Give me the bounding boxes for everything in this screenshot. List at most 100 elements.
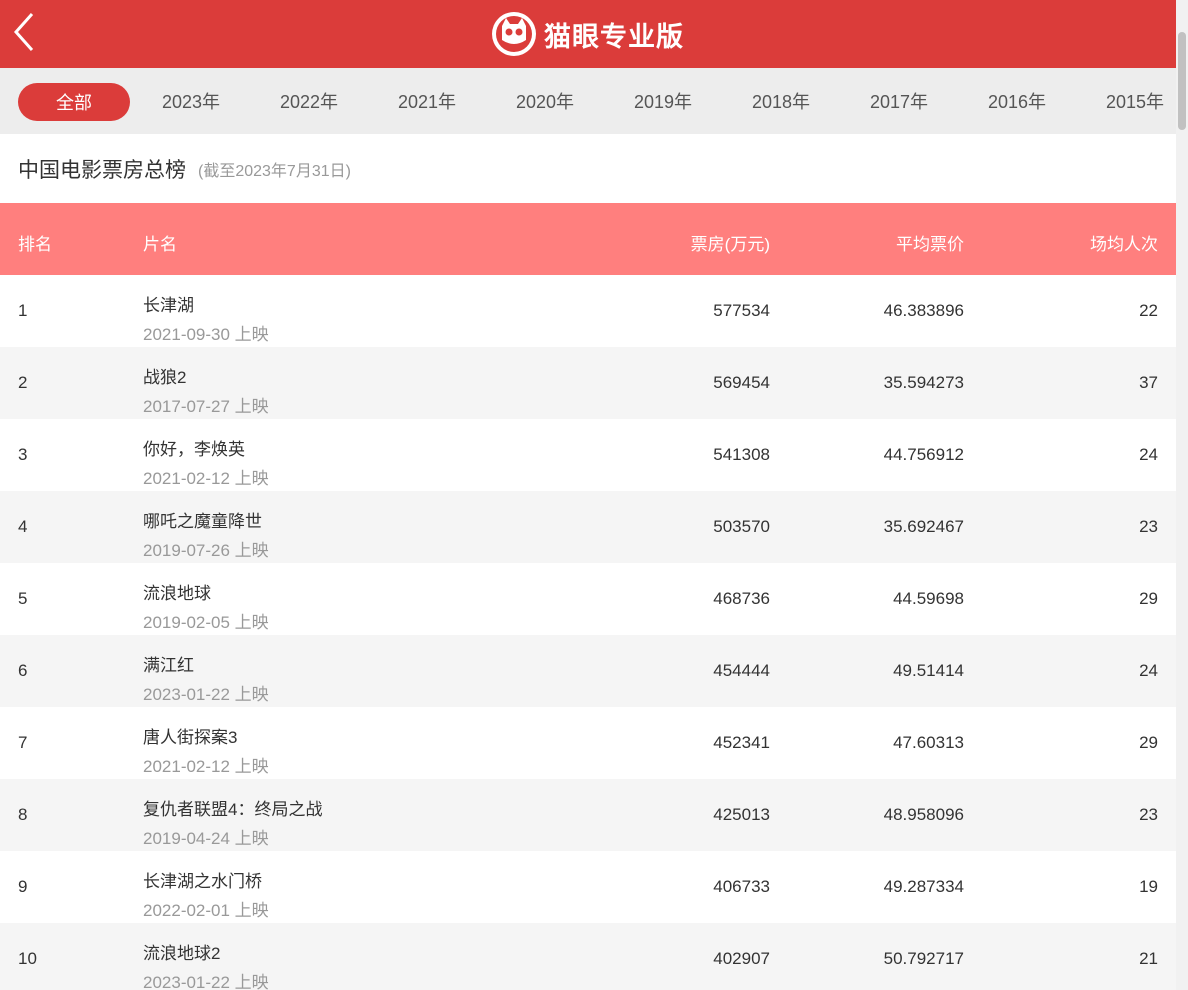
header-avg-price: 平均票价 (896, 235, 964, 254)
movie-title[interactable]: 长津湖 (143, 291, 269, 316)
avg-people: 24 (1139, 661, 1158, 680)
table-row[interactable]: 8 复仇者联盟4：终局之战 2019-04-24 上映 425013 48.958… (0, 779, 1176, 851)
movie-title[interactable]: 流浪地球 (143, 579, 269, 604)
year-filter-bar: 全部 2023年 2022年 2021年 2020年 2019年 2018年 2… (0, 68, 1176, 134)
movie-title[interactable]: 长津湖之水门桥 (143, 867, 269, 892)
table-row[interactable]: 3 你好，李焕英 2021-02-12 上映 541308 44.756912 2… (0, 419, 1176, 491)
movie-cell: 哪吒之魔童降世 2019-07-26 上映 (143, 507, 269, 561)
movie-title[interactable]: 满江红 (143, 651, 269, 676)
box-office: 569454 (713, 373, 770, 392)
avg-people: 19 (1139, 877, 1158, 896)
movie-cell: 唐人街探案3 2021-02-12 上映 (143, 723, 269, 777)
avg-price: 47.60313 (893, 733, 964, 752)
scrollbar[interactable] (1176, 0, 1188, 990)
avg-price: 35.692467 (883, 517, 964, 536)
rank: 10 (18, 949, 37, 968)
box-office: 452341 (713, 733, 770, 752)
box-office: 425013 (713, 805, 770, 824)
rank: 9 (18, 877, 28, 896)
filter-year[interactable]: 2018年 (731, 83, 831, 121)
filter-year[interactable]: 2017年 (849, 83, 949, 121)
page: 猫眼专业版 全部 2023年 2022年 2021年 2020年 2019年 2… (0, 0, 1176, 990)
header-rank: 排名 (18, 235, 52, 254)
box-office: 402907 (713, 949, 770, 968)
box-office: 577534 (713, 301, 770, 320)
table-row[interactable]: 4 哪吒之魔童降世 2019-07-26 上映 503570 35.692467 … (0, 491, 1176, 563)
release-date: 2019-07-26 上映 (143, 541, 269, 560)
as-of-date: (截至2023年7月31日) (198, 162, 351, 180)
back-button[interactable] (10, 12, 40, 52)
table-row[interactable]: 5 流浪地球 2019-02-05 上映 468736 44.59698 29 (0, 563, 1176, 635)
rank: 6 (18, 661, 28, 680)
filter-year[interactable]: 2022年 (259, 83, 359, 121)
avg-price: 50.792717 (883, 949, 964, 968)
filter-year[interactable]: 2020年 (495, 83, 595, 121)
top-bar: 猫眼专业版 (0, 0, 1176, 68)
movie-cell: 你好，李焕英 2021-02-12 上映 (143, 435, 269, 489)
movie-title[interactable]: 唐人街探案3 (143, 723, 269, 748)
header-avg-people: 场均人次 (1090, 235, 1158, 254)
release-date: 2021-02-12 上映 (143, 469, 269, 488)
avg-people: 22 (1139, 301, 1158, 320)
rank: 8 (18, 805, 28, 824)
avg-price: 49.51414 (893, 661, 964, 680)
table-row[interactable]: 9 长津湖之水门桥 2022-02-01 上映 406733 49.287334 … (0, 851, 1176, 923)
avg-people: 23 (1139, 805, 1158, 824)
release-date: 2017-07-27 上映 (143, 397, 269, 416)
scrollbar-thumb[interactable] (1178, 32, 1186, 130)
movie-cell: 满江红 2023-01-22 上映 (143, 651, 269, 705)
movie-cell: 流浪地球 2019-02-05 上映 (143, 579, 269, 633)
release-date: 2019-02-05 上映 (143, 613, 269, 632)
movie-cell: 复仇者联盟4：终局之战 2019-04-24 上映 (143, 795, 322, 849)
avg-people: 29 (1139, 589, 1158, 608)
filter-all[interactable]: 全部 (18, 83, 130, 121)
movie-title[interactable]: 战狼2 (143, 363, 269, 388)
movie-title[interactable]: 哪吒之魔童降世 (143, 507, 269, 532)
release-date: 2021-09-30 上映 (143, 325, 269, 344)
table-body: 1 长津湖 2021-09-30 上映 577534 46.383896 22 2 … (0, 275, 1176, 990)
movie-cell: 流浪地球2 2023-01-22 上映 (143, 939, 269, 990)
table-row[interactable]: 6 满江红 2023-01-22 上映 454444 49.51414 24 (0, 635, 1176, 707)
release-date: 2021-02-12 上映 (143, 757, 269, 776)
avg-price: 44.59698 (893, 589, 964, 608)
movie-cell: 战狼2 2017-07-27 上映 (143, 363, 269, 417)
movie-title[interactable]: 复仇者联盟4：终局之战 (143, 795, 322, 820)
avg-price: 35.594273 (883, 373, 964, 392)
chevron-left-icon (13, 13, 34, 51)
release-date: 2023-01-22 上映 (143, 973, 269, 990)
page-title: 中国电影票房总榜 (18, 158, 186, 182)
filter-year[interactable]: 2015年 (1085, 83, 1176, 121)
filter-year[interactable]: 2019年 (613, 83, 713, 121)
filter-year[interactable]: 2023年 (141, 83, 241, 121)
board-title-row: 中国电影票房总榜 (截至2023年7月31日) (0, 134, 1176, 203)
box-office: 406733 (713, 877, 770, 896)
table-row[interactable]: 2 战狼2 2017-07-27 上映 569454 35.594273 37 (0, 347, 1176, 419)
movie-cell: 长津湖 2021-09-30 上映 (143, 291, 269, 345)
movie-title[interactable]: 流浪地球2 (143, 939, 269, 964)
avg-price: 46.383896 (883, 301, 964, 320)
brand-name: 猫眼专业版 (544, 21, 684, 52)
rank: 2 (18, 373, 28, 392)
filter-year[interactable]: 2021年 (377, 83, 477, 121)
avg-people: 29 (1139, 733, 1158, 752)
box-office: 503570 (713, 517, 770, 536)
release-date: 2022-02-01 上映 (143, 901, 269, 920)
table-row[interactable]: 1 长津湖 2021-09-30 上映 577534 46.383896 22 (0, 275, 1176, 347)
brand: 猫眼专业版 (492, 12, 684, 56)
avg-price: 44.756912 (883, 445, 964, 464)
box-office: 454444 (713, 661, 770, 680)
rank: 5 (18, 589, 28, 608)
filter-year[interactable]: 2016年 (967, 83, 1067, 121)
movie-title[interactable]: 你好，李焕英 (143, 435, 269, 460)
header-box-office: 票房(万元) (690, 235, 770, 254)
release-date: 2019-04-24 上映 (143, 829, 269, 848)
rank: 1 (18, 301, 28, 320)
box-office: 541308 (713, 445, 770, 464)
table-row[interactable]: 10 流浪地球2 2023-01-22 上映 402907 50.792717 2… (0, 923, 1176, 990)
rank: 7 (18, 733, 28, 752)
movie-cell: 长津湖之水门桥 2022-02-01 上映 (143, 867, 269, 921)
avg-people: 24 (1139, 445, 1158, 464)
box-office: 468736 (713, 589, 770, 608)
table-row[interactable]: 7 唐人街探案3 2021-02-12 上映 452341 47.60313 29 (0, 707, 1176, 779)
rank: 4 (18, 517, 28, 536)
